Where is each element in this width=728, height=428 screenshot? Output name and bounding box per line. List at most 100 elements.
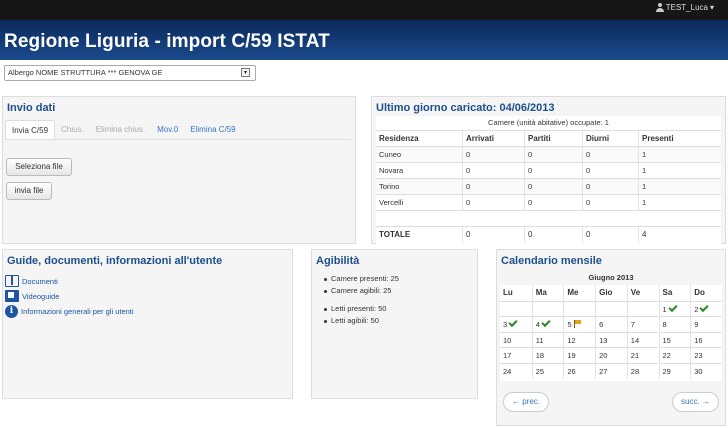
calendar-day-number: 28: [630, 367, 640, 376]
documenti-link[interactable]: Documenti: [5, 275, 58, 287]
calendar-day-number: 1: [662, 304, 667, 314]
structure-select[interactable]: Albergo NOME STRUTTURA *** GENOVA GE ▾: [4, 65, 256, 81]
invio-tabs: Invia C/59 Chius. Elimina chius. Mov.0 E…: [5, 120, 242, 140]
table-header-row: Residenza Arrivati Partiti Diurni Presen…: [376, 130, 721, 147]
calendar-weekday: Lu: [503, 288, 513, 297]
calendar-day[interactable]: 17: [500, 347, 532, 363]
user-name: TEST_Luca: [665, 3, 708, 12]
next-month-button[interactable]: succ. →: [672, 392, 719, 412]
cell: 0: [582, 195, 638, 211]
check-icon: [541, 318, 551, 328]
cell: 0: [462, 179, 524, 195]
calendar-day[interactable]: 13: [595, 331, 627, 348]
flag-icon: [573, 320, 582, 329]
calendar-day[interactable]: 19: [563, 347, 595, 363]
cell: 4: [638, 227, 721, 243]
calendar-day: [500, 300, 532, 317]
calendar-day[interactable]: 1: [658, 300, 690, 317]
calendar-day-number: 11: [535, 335, 544, 345]
calendar-day: [626, 300, 659, 317]
calendar-day[interactable]: 22: [658, 347, 690, 363]
cell: 1: [638, 163, 721, 179]
check-icon: [508, 318, 518, 328]
calendar-day-number: 14: [630, 335, 640, 345]
calendar-day-number: 25: [535, 367, 545, 376]
calendar-day[interactable]: 8: [658, 316, 690, 332]
calendar-day[interactable]: 14: [626, 331, 659, 348]
cell: 0: [524, 147, 582, 163]
videoguide-label: Videoguide: [22, 291, 60, 301]
tab-elimina-chius[interactable]: Elimina chius.: [90, 120, 151, 140]
calendar-day-number: 21: [630, 351, 640, 361]
info-label: Informazioni generali per gli utenti: [21, 307, 134, 316]
cell: 0: [462, 195, 524, 211]
check-icon: [699, 302, 709, 312]
col-header: Diurni: [582, 131, 638, 147]
calendar-day[interactable]: 23: [690, 347, 722, 363]
tab-chius[interactable]: Chius.: [55, 120, 90, 140]
calendar-day[interactable]: 5: [563, 316, 595, 332]
calendar-day[interactable]: 10: [500, 331, 532, 348]
calendar-weekday: Me: [563, 285, 595, 301]
calendar-day[interactable]: 29: [658, 363, 690, 379]
calendar-day[interactable]: 27: [595, 363, 627, 379]
calendar-day[interactable]: 30: [690, 363, 722, 379]
calendar-day[interactable]: 24: [500, 363, 532, 379]
cell: 0: [582, 147, 638, 163]
calendar-day[interactable]: 21: [626, 347, 659, 363]
table-total-row: TOTALE 0 0 0 4: [376, 226, 721, 243]
cell: TOTALE: [379, 230, 411, 239]
calendar-day[interactable]: 9: [690, 316, 722, 332]
calendar-day-number: 18: [535, 351, 545, 361]
cell: 0: [582, 227, 638, 243]
calendar-day[interactable]: 28: [626, 363, 659, 379]
calendar-day[interactable]: 11: [531, 331, 564, 348]
prev-month-button[interactable]: ← prec.: [503, 392, 550, 412]
calendar-day[interactable]: 6: [595, 316, 627, 332]
calendar-day[interactable]: 15: [658, 331, 690, 348]
tab-invia-c59[interactable]: Invia C/59: [5, 120, 56, 140]
caret-down-icon: ▾: [709, 3, 714, 12]
user-menu[interactable]: TEST_Luca ▾: [655, 3, 714, 12]
col-header: Presenti: [638, 131, 721, 147]
calendar-day-number: 3: [503, 320, 508, 330]
calendar-day[interactable]: 18: [531, 347, 564, 363]
calendar-day[interactable]: 16: [690, 331, 722, 348]
calendar-day[interactable]: 25: [531, 363, 564, 379]
videoguide-link[interactable]: Videoguide: [5, 290, 59, 302]
tab-mov0[interactable]: Mov.0: [151, 120, 184, 140]
calendar-day[interactable]: 26: [563, 363, 595, 379]
calendar-day-number: 4: [535, 320, 540, 330]
calendar-day-number: 29: [662, 367, 671, 376]
guide-panel: Guide, documenti, informazioni all'utent…: [2, 249, 293, 399]
table-row: Vercelli 0 0 0 1: [376, 194, 721, 211]
cell: Novara: [379, 166, 404, 175]
calendar-day[interactable]: 7: [626, 316, 659, 332]
cell: 1: [638, 147, 721, 163]
calendar-day[interactable]: 3: [500, 316, 532, 332]
calendar-day[interactable]: 20: [595, 347, 627, 363]
cell: 0: [462, 163, 524, 179]
calendar-day[interactable]: 12: [563, 331, 595, 348]
select-file-button[interactable]: Seleziona file: [6, 158, 72, 176]
film-icon: [5, 290, 19, 302]
calendar-day: [531, 300, 564, 317]
info-link[interactable]: i Informazioni generali per gli utenti: [5, 305, 134, 318]
top-navbar: TEST_Luca ▾: [0, 0, 728, 20]
invio-dati-title: Invio dati: [7, 102, 56, 114]
calendar-day[interactable]: 2: [690, 300, 722, 317]
info-icon: i: [5, 305, 18, 318]
tab-elimina-c59[interactable]: Elimina C/59: [184, 120, 241, 140]
send-file-button[interactable]: invia file: [6, 182, 52, 200]
calendar-month: Giugno 2013: [588, 273, 634, 282]
structure-select-value: Albergo NOME STRUTTURA *** GENOVA GE: [8, 68, 163, 77]
cell: Torino: [379, 182, 400, 191]
agibilita-title: Agibilità: [316, 255, 360, 267]
table-row: Novara 0 0 0 1: [376, 162, 721, 179]
cell: 0: [524, 227, 582, 243]
calendar-day[interactable]: 4: [531, 316, 564, 332]
calendar-day-number: 13: [599, 335, 608, 345]
agibilita-list: Camere presenti: 25 Camere agibili: 25 L…: [322, 273, 399, 327]
tab-divider: [5, 139, 351, 140]
calendar-day-number: 17: [503, 351, 512, 361]
